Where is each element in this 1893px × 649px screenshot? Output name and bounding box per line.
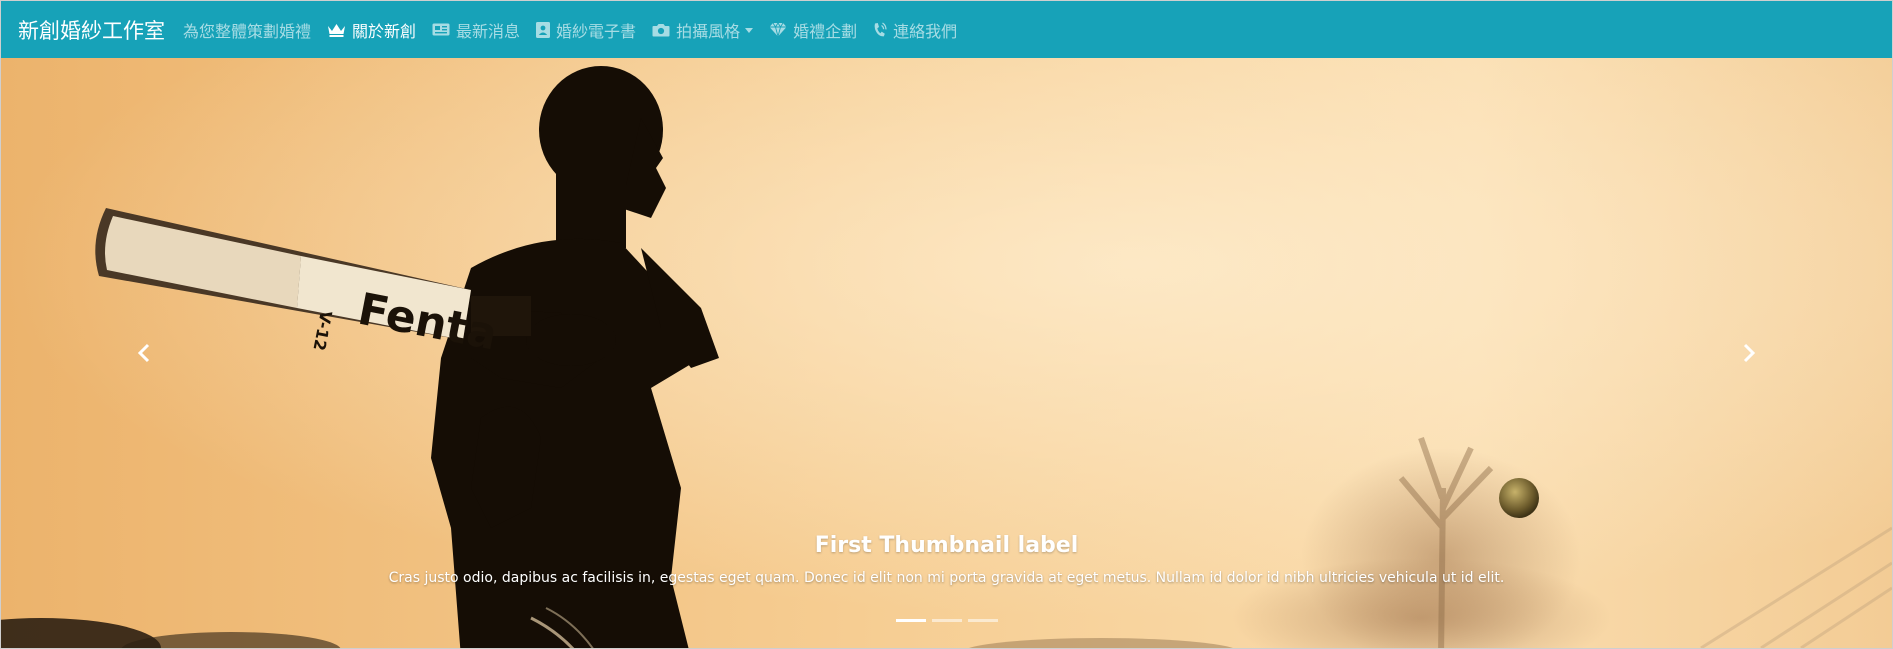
nav-item-label: 為您整體策劃婚禮 [183, 21, 312, 41]
carousel-caption: First Thumbnail label Cras justo odio, d… [1, 533, 1892, 586]
nav-item-ebook[interactable]: 婚紗電子書 [536, 18, 636, 42]
carousel-indicator-1[interactable] [895, 619, 926, 622]
gem-icon [769, 22, 787, 37]
brand-logo[interactable]: 新創婚紗工作室 [18, 15, 165, 45]
chevron-down-icon [745, 28, 754, 33]
hero-carousel: Fenta V-12 First Thumbnail label Cras ju… [1, 58, 1892, 648]
nav-item-label: 關於新創 [352, 21, 417, 41]
caption-text: Cras justo odio, dapibus ac facilisis in… [388, 570, 1505, 586]
nav-item-label: 最新消息 [456, 21, 521, 41]
newspaper-icon [432, 23, 450, 36]
carousel-indicator-3[interactable] [967, 619, 998, 622]
nav-item-label: 連絡我們 [893, 21, 958, 41]
carousel-indicator-2[interactable] [931, 619, 962, 622]
page-frame: 新創婚紗工作室 為您整體策劃婚禮 關於新創 最新消息 婚紗電子書 拍攝風格 婚禮… [0, 0, 1893, 649]
nav-menu: 為您整體策劃婚禮 關於新創 最新消息 婚紗電子書 拍攝風格 婚禮企劃 連絡我們 [183, 18, 973, 42]
nav-item-label: 婚紗電子書 [556, 21, 637, 41]
nav-item-wedding-plan[interactable]: 婚禮企劃 [769, 18, 857, 42]
phone-volume-icon [873, 21, 887, 38]
nav-item-label: 婚禮企劃 [793, 21, 858, 41]
nav-item-label: 拍攝風格 [676, 21, 741, 41]
nav-item-news[interactable]: 最新消息 [432, 18, 520, 42]
chevron-right-icon [1743, 343, 1756, 363]
nav-item-photo-style-dropdown[interactable]: 拍攝風格 [652, 18, 754, 42]
top-navbar: 新創婚紗工作室 為您整體策劃婚禮 關於新創 最新消息 婚紗電子書 拍攝風格 婚禮… [1, 1, 1892, 58]
chevron-left-icon [137, 343, 150, 363]
nav-item-contact[interactable]: 連絡我們 [873, 18, 957, 42]
nav-item-about[interactable]: 關於新創 [327, 18, 416, 42]
address-book-icon [536, 21, 551, 38]
nav-item-wedding-planning[interactable]: 為您整體策劃婚禮 [183, 18, 311, 42]
crown-icon [327, 22, 346, 37]
camera-icon [652, 23, 670, 37]
carousel-indicators [1, 619, 1892, 622]
caption-title: First Thumbnail label [814, 533, 1079, 558]
